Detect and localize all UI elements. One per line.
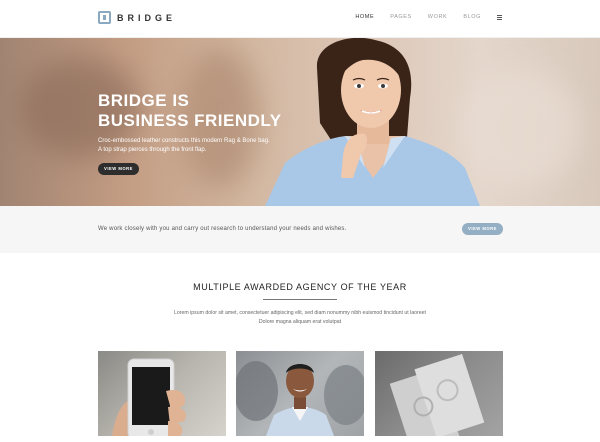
section-description-line-2: Dolore magna aliquam erat volutpat <box>258 319 342 325</box>
nav-item-home[interactable]: HOME <box>355 14 374 20</box>
hero-description-line-1: Croc-embossed leather constructs this mo… <box>98 138 270 144</box>
site-header: BRIDGE HOME PAGES WORK BLOG <box>0 0 600 38</box>
nav-item-work[interactable]: WORK <box>428 14 448 20</box>
section-title: MULTIPLE AWARDED AGENCY OF THE YEAR <box>193 282 407 292</box>
hero-description-line-2: A top strap pierces through the front fl… <box>98 147 207 153</box>
nav-item-blog[interactable]: BLOG <box>463 14 481 20</box>
hero-title: BRIDGE IS BUSINESS FRIENDLY <box>98 91 318 131</box>
logo[interactable]: BRIDGE <box>98 11 176 24</box>
logo-icon <box>98 11 111 24</box>
phone-in-hand-image <box>112 358 187 436</box>
hero-description: Croc-embossed leather constructs this mo… <box>98 137 298 155</box>
menu-icon[interactable] <box>497 14 502 20</box>
hero-title-line-1: BRIDGE IS <box>98 91 190 110</box>
main-nav: HOME PAGES WORK BLOG <box>355 14 502 20</box>
section-description: Lorem ipsum dolor sit amet, consectetuer… <box>160 309 440 327</box>
nav-item-pages[interactable]: PAGES <box>390 14 412 20</box>
portfolio-card-person[interactable] <box>236 351 364 436</box>
hero-view-more-button[interactable]: VIEW MORE <box>98 163 139 175</box>
portfolio-card-phone[interactable] <box>98 351 226 436</box>
hero-banner: BRIDGE IS BUSINESS FRIENDLY Croc-embosse… <box>0 38 600 206</box>
cta-text: We work closely with you and carry out r… <box>98 226 347 232</box>
cta-view-more-button[interactable]: VIEW MORE <box>462 223 503 235</box>
smiling-man-image <box>236 361 364 436</box>
logo-text: BRIDGE <box>117 12 177 23</box>
portfolio-card-business-cards[interactable] <box>375 351 503 436</box>
business-cards-image <box>389 353 485 436</box>
hero-title-line-2: BUSINESS FRIENDLY <box>98 111 282 130</box>
page: BRIDGE HOME PAGES WORK BLOG BRIDGE IS BU… <box>0 0 600 442</box>
cta-strip: We work closely with you and carry out r… <box>0 206 600 253</box>
section-description-line-1: Lorem ipsum dolor sit amet, consectetuer… <box>173 310 426 316</box>
section-divider <box>263 299 337 300</box>
